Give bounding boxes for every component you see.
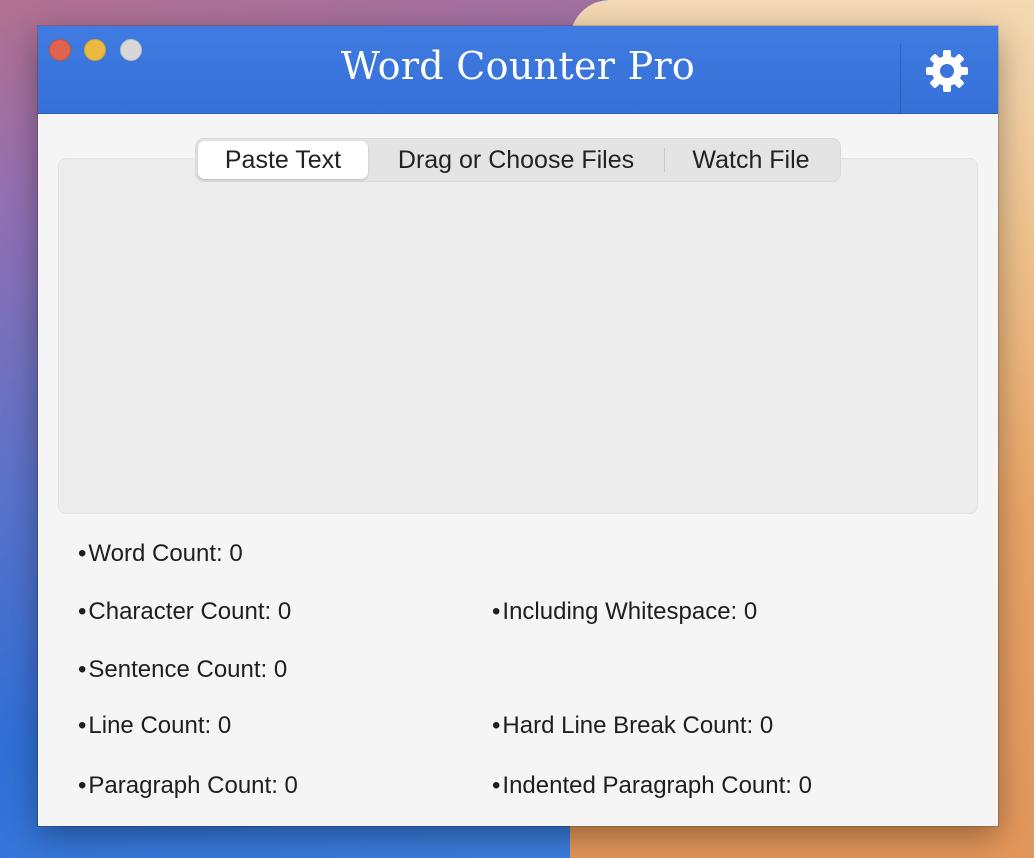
bullet: • — [492, 712, 501, 739]
bullet: • — [78, 772, 87, 799]
bullet: • — [78, 540, 87, 567]
indented-paragraph-count-label: Indented Paragraph Count: 0 — [502, 772, 812, 799]
toolbar-divider — [900, 44, 901, 114]
app-window: Word Counter Pro Paste Text Drag or Choo… — [38, 26, 998, 826]
word-count-stat: •Word Count: 0 — [78, 540, 243, 568]
app-title: Word Counter Pro — [340, 44, 696, 88]
hard-line-break-count-label: Hard Line Break Count: 0 — [502, 712, 774, 739]
sentence-count-stat: •Sentence Count: 0 — [78, 656, 287, 684]
hard-line-break-count-stat: •Hard Line Break Count: 0 — [492, 712, 773, 740]
paste-text-area[interactable] — [58, 158, 978, 514]
bullet: • — [492, 598, 501, 625]
paragraph-count-stat: •Paragraph Count: 0 — [78, 772, 298, 800]
main-content: Paste Text Drag or Choose Files Watch Fi… — [38, 115, 998, 826]
tab-paste-text[interactable]: Paste Text — [198, 141, 368, 179]
bullet: • — [78, 656, 87, 683]
title-bar: Word Counter Pro — [38, 26, 998, 114]
tab-drag-or-choose-files[interactable]: Drag or Choose Files — [368, 141, 664, 179]
character-count-stat: •Character Count: 0 — [78, 598, 291, 626]
sentence-count-label: Sentence Count: 0 — [88, 656, 288, 683]
tab-watch-file[interactable]: Watch File — [665, 141, 837, 179]
source-tabs: Paste Text Drag or Choose Files Watch Fi… — [195, 138, 841, 182]
word-count-label: Word Count: 0 — [88, 540, 243, 567]
bullet: • — [78, 712, 87, 739]
bullet: • — [78, 598, 87, 625]
paragraph-count-label: Paragraph Count: 0 — [88, 772, 298, 799]
settings-button[interactable] — [922, 46, 972, 96]
including-whitespace-stat: •Including Whitespace: 0 — [492, 598, 757, 626]
indented-paragraph-count-stat: •Indented Paragraph Count: 0 — [492, 772, 812, 800]
line-count-label: Line Count: 0 — [88, 712, 232, 739]
including-whitespace-label: Including Whitespace: 0 — [502, 598, 758, 625]
character-count-label: Character Count: 0 — [88, 598, 292, 625]
bullet: • — [492, 772, 501, 799]
gear-icon — [926, 50, 968, 92]
line-count-stat: •Line Count: 0 — [78, 712, 231, 740]
